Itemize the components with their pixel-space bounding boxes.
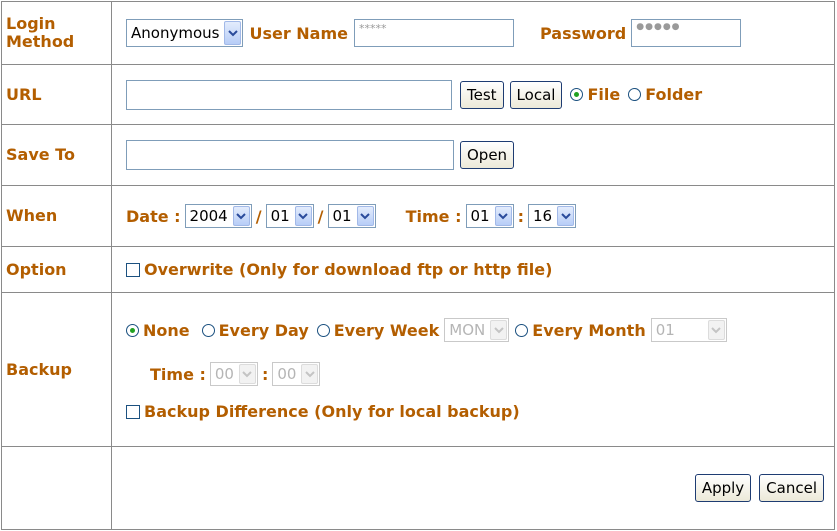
local-button[interactable]: Local [509,80,563,109]
minute-select[interactable]: 16 [528,204,577,228]
password-input[interactable]: ●●●●● [631,19,742,47]
login-method-select[interactable]: Anonymous [126,19,244,47]
username-input[interactable]: ***** [354,19,514,47]
backup-none-label: None [143,320,190,340]
backup-every-month-radio[interactable] [515,323,529,337]
chevron-down-icon [301,364,319,384]
backup-every-day-label: Every Day [218,320,309,340]
chevron-down-icon [238,364,256,384]
chevron-down-icon [294,206,312,226]
chevron-down-icon [232,206,250,226]
url-input[interactable] [126,79,452,110]
backup-every-month-label: Every Month [532,320,646,340]
backup-minute-select[interactable]: 00 [272,362,321,386]
backup-time-separator: : [261,364,269,384]
overwrite-label: Overwrite (Only for download ftp or http… [144,260,553,279]
backup-every-week-label: Every Week [333,320,440,340]
backup-label: Backup [1,292,112,447]
backup-every-day-radio[interactable] [201,323,215,337]
when-label: When [1,185,112,247]
chevron-down-icon [356,206,374,226]
time-label: Time : [405,206,462,226]
file-radio[interactable] [570,88,584,101]
chevron-down-icon [490,320,508,340]
actions-empty-cell [1,446,112,530]
url-label: URL [1,64,112,125]
backup-every-week-radio[interactable] [316,323,330,337]
chevron-down-icon [224,21,242,45]
option-label: Option [1,246,112,293]
login-method-label: Login Method [1,1,112,65]
file-label: File [587,85,621,104]
cancel-button[interactable]: Cancel [759,474,824,502]
chevron-down-icon [707,320,725,340]
backup-hour-select[interactable]: 00 [209,362,258,386]
folder-radio[interactable] [628,88,642,101]
backup-none-radio[interactable] [126,323,139,337]
time-separator: : [517,206,524,226]
backup-difference-checkbox[interactable] [126,404,140,419]
chevron-down-icon [494,206,512,226]
save-to-label: Save To [1,124,112,186]
apply-button[interactable]: Apply [694,474,752,502]
backup-difference-label: Backup Difference (Only for local backup… [144,402,520,421]
day-select[interactable]: 01 [327,204,376,228]
open-button[interactable]: Open [460,141,515,169]
password-label: Password [540,23,627,43]
test-button[interactable]: Test [460,80,504,109]
chevron-down-icon [557,206,575,226]
save-to-input[interactable] [126,140,454,170]
hour-select[interactable]: 01 [465,204,514,228]
scheduling-form: Login Method Anonymous User Name ***** P… [1,1,835,530]
overwrite-checkbox[interactable] [126,262,140,277]
month-select[interactable]: 01 [265,204,314,228]
folder-label: Folder [645,85,703,104]
date-label: Date : [126,206,181,226]
backup-time-label: Time : [150,364,206,384]
date-separator: / [317,206,324,226]
date-separator: / [255,206,262,226]
year-select[interactable]: 2004 [184,204,252,228]
username-label: User Name [249,23,348,43]
backup-month-select[interactable]: 01 [650,318,727,342]
backup-week-select[interactable]: MON [444,318,510,342]
